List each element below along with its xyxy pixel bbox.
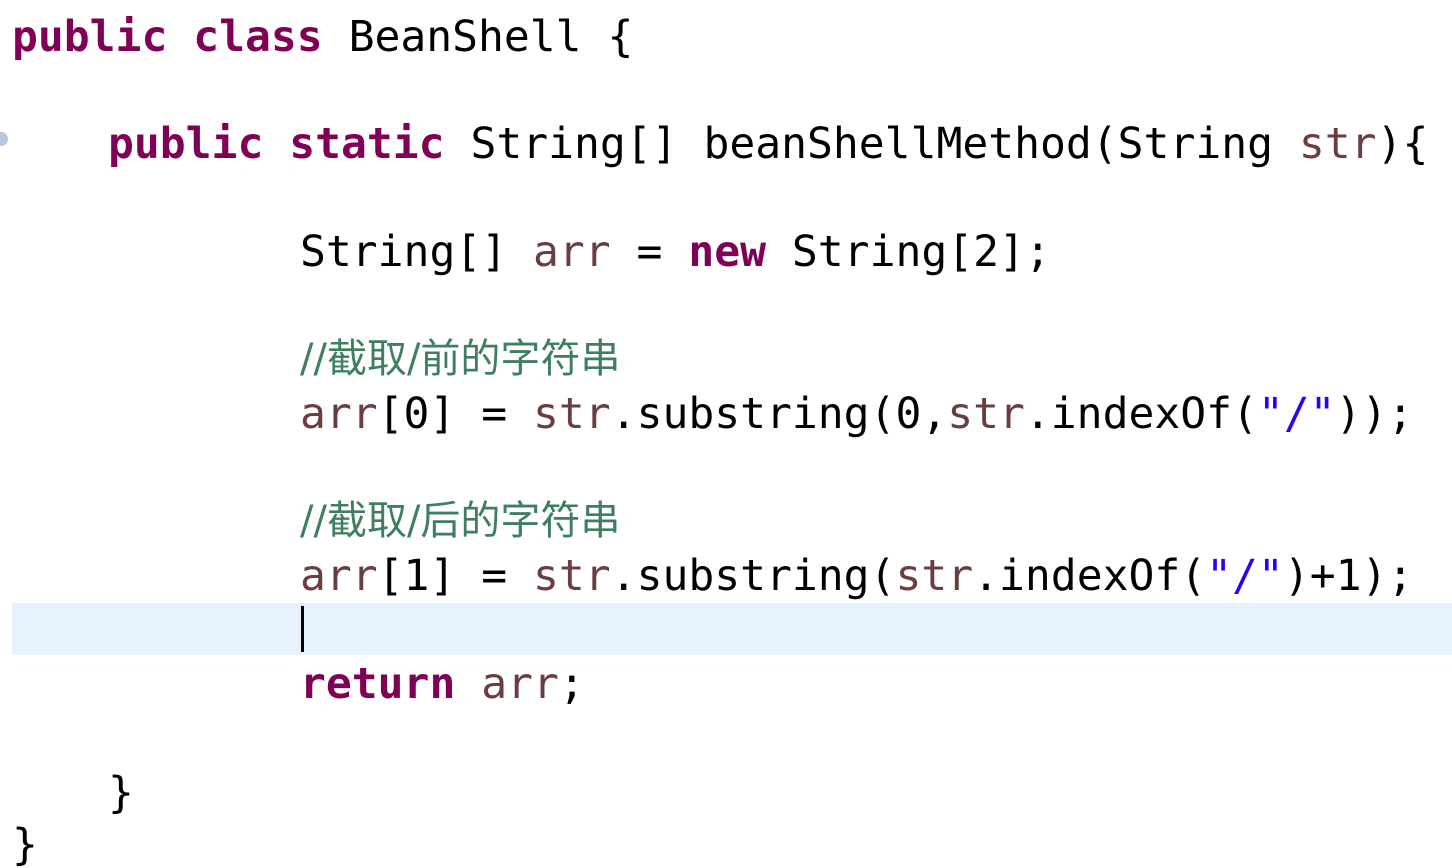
comment: //截取/前的字符串 [300,336,621,382]
code-text: String[2]; [766,227,1051,277]
code-line-return[interactable]: return arr; [300,657,585,711]
keyword: public [108,119,264,169]
keyword: public [12,12,168,62]
code-line-method-signature[interactable]: public static String[] beanShellMethod(S… [108,117,1428,171]
closing-brace: } [12,820,38,868]
variable: str [947,389,1025,439]
keyword: static [289,119,445,169]
variable: str [533,551,611,601]
code-text: String[] [300,227,533,277]
code-text: [0] = [377,389,534,439]
variable: str [1298,119,1377,169]
code-line-class-close[interactable]: } [12,818,38,868]
code-line-comment[interactable]: //截取/前的字符串 [300,331,620,385]
variable: arr [481,659,559,709]
code-line-method-close[interactable]: } [108,766,134,820]
keyword: new [688,227,767,277]
code-text: .substring( [610,551,896,601]
variable: arr [300,389,378,439]
code-text: .substring(0, [610,389,948,439]
code-text: BeanShell { [348,12,634,62]
code-text: ; [558,659,585,709]
code-line-class-declaration[interactable]: public class BeanShell { [12,10,633,64]
text-cursor [301,606,304,652]
keyword: return [300,659,456,709]
code-text: [1] = [377,551,534,601]
code-text: = [610,227,689,277]
code-editor[interactable]: public class BeanShell { public static S… [0,0,1452,868]
fold-marker-icon[interactable] [0,132,8,146]
code-text: )); [1335,389,1414,439]
code-line-assign-second[interactable]: arr[1] = str.substring(str.indexOf("/")+… [300,549,1413,603]
code-text: )+1); [1283,551,1414,601]
variable: arr [300,551,378,601]
string-literal: "/" [1257,389,1336,439]
closing-brace: } [108,768,134,818]
code-line-assign-first[interactable]: arr[0] = str.substring(0,str.indexOf("/"… [300,387,1413,441]
variable: arr [533,227,611,277]
comment: //截取/后的字符串 [300,498,621,544]
code-text: .indexOf( [973,551,1207,601]
current-line-highlight [12,603,1452,655]
code-text: .indexOf( [1024,389,1258,439]
variable: str [895,551,974,601]
code-text: ){ [1376,119,1429,169]
code-line-comment[interactable]: //截取/后的字符串 [300,493,620,547]
variable: str [533,389,611,439]
keyword: class [193,12,323,62]
string-literal: "/" [1206,551,1284,601]
code-text: String[] beanShellMethod(String [470,119,1299,169]
code-line-array-declaration[interactable]: String[] arr = new String[2]; [300,225,1051,279]
